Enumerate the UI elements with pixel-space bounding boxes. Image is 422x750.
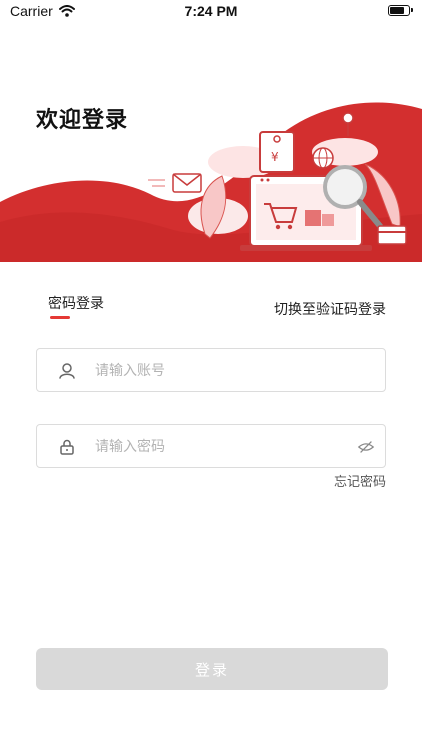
lock-icon [60,439,74,455]
status-time: 7:24 PM [184,3,238,19]
hero-banner: ¥ 欢迎登录 [0,24,422,262]
password-field[interactable] [36,424,386,469]
login-button[interactable]: 登录 [36,648,388,690]
user-icon [59,363,75,379]
switch-to-sms-login-link[interactable]: 切换至验证码登录 [274,299,386,319]
eye-off-icon[interactable] [357,438,375,456]
page-title: 欢迎登录 [36,108,129,133]
shopping-illustration: ¥ [0,102,422,262]
forgot-password-link[interactable]: 忘记密码 [334,471,386,490]
account-field[interactable] [36,348,386,393]
svg-text:¥: ¥ [271,150,279,164]
battery-level [390,7,404,14]
active-tab-indicator [50,316,70,319]
battery-icon [388,5,413,16]
account-input[interactable] [93,349,367,393]
status-bar: Carrier 7:24 PM [0,0,422,24]
password-input[interactable] [93,425,367,469]
tab-password-login[interactable]: 密码登录 [48,293,104,313]
